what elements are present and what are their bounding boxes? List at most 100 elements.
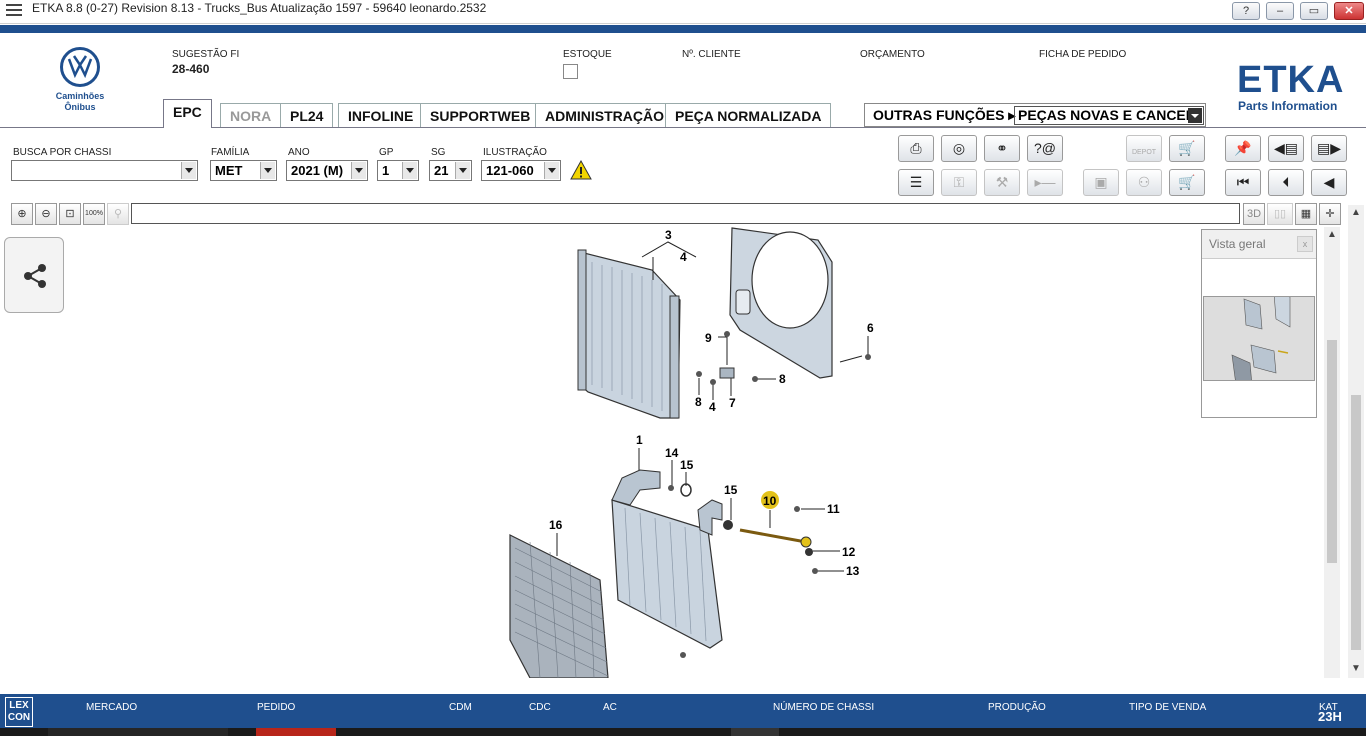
search-binoculars-button[interactable]: ⚭ bbox=[984, 135, 1020, 162]
estoque-checkbox[interactable] bbox=[563, 64, 578, 79]
window-menu-icon[interactable] bbox=[6, 4, 22, 16]
zoom-fit-button[interactable]: ⊡ bbox=[59, 203, 81, 225]
chevron-down-icon[interactable] bbox=[1188, 108, 1202, 123]
tab-nora[interactable]: NORA bbox=[220, 103, 282, 127]
scroll-down-icon[interactable]: ▼ bbox=[1351, 663, 1361, 674]
callout-7[interactable]: 7 bbox=[729, 396, 736, 410]
tab-administracao[interactable]: ADMINISTRAÇÃO bbox=[535, 103, 674, 127]
minus-button[interactable]: ▸— bbox=[1027, 169, 1063, 196]
gp-select[interactable]: 1 bbox=[377, 160, 419, 181]
magnifier-button[interactable]: ⚲ bbox=[107, 203, 129, 225]
share-button[interactable] bbox=[4, 237, 64, 313]
crosshair-button[interactable]: ✛ bbox=[1319, 203, 1341, 225]
chevron-down-icon[interactable] bbox=[260, 162, 275, 179]
disc-button[interactable]: ◎ bbox=[941, 135, 977, 162]
view-3d-button[interactable]: 3D bbox=[1243, 203, 1265, 225]
main-scrollbar[interactable]: ▲ ▼ bbox=[1348, 205, 1364, 678]
tab-epc[interactable]: EPC bbox=[163, 99, 212, 128]
tab-supportweb[interactable]: SUPPORTWEB bbox=[420, 103, 541, 127]
tab-peca-normalizada[interactable]: PEÇA NORMALIZADA bbox=[665, 103, 832, 127]
vista-geral-panel[interactable]: Vista geral x bbox=[1201, 229, 1317, 418]
callout-8b[interactable]: 8 bbox=[695, 395, 702, 409]
help-contact-button[interactable]: ?@ bbox=[1027, 135, 1063, 162]
callout-1[interactable]: 1 bbox=[636, 433, 643, 447]
callout-14[interactable]: 14 bbox=[665, 446, 679, 460]
callout-4a[interactable]: 4 bbox=[680, 250, 687, 264]
familia-select[interactable]: MET bbox=[210, 160, 277, 181]
callout-15a[interactable]: 15 bbox=[680, 458, 694, 472]
status-footer: MERCADO PEDIDO CDM CDC AC NÚMERO DE CHAS… bbox=[0, 694, 1366, 728]
callout-4b[interactable]: 4 bbox=[709, 400, 716, 414]
chassi-select[interactable] bbox=[11, 160, 198, 181]
outras-funcoes-select[interactable]: PEÇAS NOVAS E CANCEL. bbox=[1014, 106, 1204, 125]
callout-3[interactable]: 3 bbox=[665, 228, 672, 242]
scroll-up-icon[interactable]: ▲ bbox=[1327, 229, 1337, 240]
tab-pl24[interactable]: PL24 bbox=[280, 103, 334, 127]
vista-thumbnail[interactable] bbox=[1203, 292, 1315, 386]
scroll-up-icon[interactable]: ▲ bbox=[1351, 207, 1361, 218]
next-page-button[interactable]: ▤▶ bbox=[1311, 135, 1347, 162]
footer-producao: PRODUÇÃO bbox=[988, 702, 1046, 713]
callout-11[interactable]: 11 bbox=[827, 502, 840, 516]
users-button[interactable]: ⚇ bbox=[1126, 169, 1162, 196]
split-view-button[interactable]: ▯▯ bbox=[1267, 203, 1293, 225]
drawing-scrollbar[interactable]: ▲ bbox=[1324, 227, 1340, 678]
callout-12[interactable]: 12 bbox=[842, 545, 856, 559]
list-icon: ☰ bbox=[909, 174, 923, 190]
callout-13[interactable]: 13 bbox=[846, 564, 860, 578]
zoom-100-button[interactable]: 100% bbox=[83, 203, 105, 225]
first-button[interactable]: ⏮ bbox=[1225, 169, 1261, 196]
chevron-down-icon[interactable] bbox=[402, 162, 417, 179]
warning-icon[interactable] bbox=[570, 159, 592, 183]
chevron-down-icon[interactable] bbox=[455, 162, 470, 179]
zoom-out-button[interactable]: ⊖ bbox=[35, 203, 57, 225]
prev-button[interactable]: ◀ bbox=[1311, 169, 1347, 196]
callout-6[interactable]: 6 bbox=[867, 321, 874, 335]
taskbar-search[interactable] bbox=[48, 728, 228, 736]
callout-8a[interactable]: 8 bbox=[779, 372, 786, 386]
tools-button[interactable]: ⚒ bbox=[984, 169, 1020, 196]
drawing-scroll-thumb[interactable] bbox=[1327, 340, 1337, 563]
key-button[interactable]: ⚿ bbox=[941, 169, 977, 196]
path-field[interactable] bbox=[131, 203, 1240, 224]
sugestao-value: 28-460 bbox=[172, 62, 210, 76]
outras-funcoes[interactable]: OUTRAS FUNÇÕES ▸ PEÇAS NOVAS E CANCEL. bbox=[864, 103, 1206, 127]
callout-10[interactable]: 10 bbox=[763, 494, 777, 508]
binoculars-icon: ⚭ bbox=[996, 140, 1008, 156]
triangle-left-icon: ◀ bbox=[1323, 174, 1335, 190]
list-button[interactable]: ☰ bbox=[898, 169, 934, 196]
vista-close-button[interactable]: x bbox=[1297, 236, 1313, 252]
ano-select[interactable]: 2021 (M) bbox=[286, 160, 368, 181]
brand-subtitle-line1: Caminhões bbox=[55, 91, 105, 101]
depot-button[interactable]: DEPOT bbox=[1126, 135, 1162, 162]
maximize-button[interactable]: ▭ bbox=[1300, 2, 1328, 20]
outras-funcoes-label[interactable]: OUTRAS FUNÇÕES ▸ bbox=[873, 107, 1015, 124]
callout-9[interactable]: 9 bbox=[705, 331, 712, 345]
taskbar-app[interactable] bbox=[256, 728, 336, 736]
help-button[interactable]: ? bbox=[1232, 2, 1260, 20]
ano-value: 2021 (M) bbox=[291, 163, 344, 178]
layout-button[interactable]: ▦ bbox=[1295, 203, 1317, 225]
cart-add-button[interactable]: 🛒 bbox=[1169, 135, 1205, 162]
cart-button[interactable]: 🛒 bbox=[1169, 169, 1205, 196]
chevron-down-icon[interactable] bbox=[181, 162, 196, 179]
prev-page-button[interactable]: ◀▤ bbox=[1268, 135, 1304, 162]
callout-15b[interactable]: 15 bbox=[724, 483, 738, 497]
print-button[interactable]: ⎙ bbox=[898, 135, 934, 162]
ilustracao-select[interactable]: 121-060 bbox=[481, 160, 561, 181]
close-button[interactable]: ✕ bbox=[1334, 2, 1364, 20]
illustration-canvas[interactable]: 3 4 6 9 8 8 4 7 1 14 15 15 10 11 12 13 1… bbox=[0, 227, 1340, 678]
sg-select[interactable]: 21 bbox=[429, 160, 472, 181]
pin-button[interactable]: 📌 bbox=[1225, 135, 1261, 162]
device-button[interactable]: ▣ bbox=[1083, 169, 1119, 196]
minimize-button[interactable]: – bbox=[1266, 2, 1294, 20]
taskbar-app-2[interactable] bbox=[731, 728, 779, 736]
back-button[interactable]: ⏴ bbox=[1268, 169, 1304, 196]
callout-16[interactable]: 16 bbox=[549, 518, 563, 532]
zoom-in-button[interactable]: ⊕ bbox=[11, 203, 33, 225]
etka-logo: ETKA bbox=[1237, 59, 1345, 101]
main-scroll-thumb[interactable] bbox=[1351, 395, 1361, 650]
tab-infoline[interactable]: INFOLINE bbox=[338, 103, 424, 127]
chevron-down-icon[interactable] bbox=[351, 162, 366, 179]
chevron-down-icon[interactable] bbox=[544, 162, 559, 179]
